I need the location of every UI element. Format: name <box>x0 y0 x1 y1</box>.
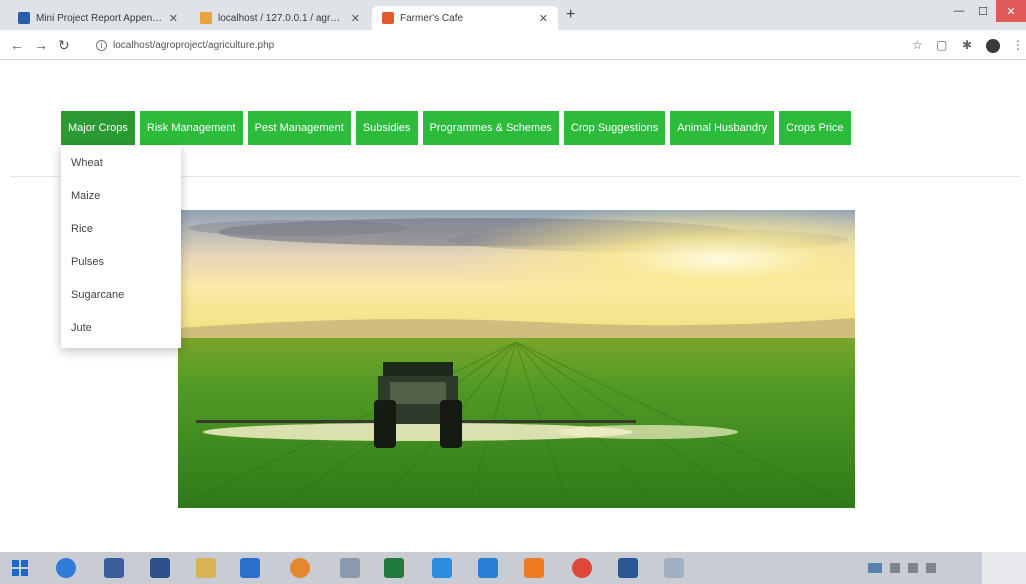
outlook-icon[interactable] <box>240 558 260 578</box>
dropdown-item-maize[interactable]: Maize <box>61 179 181 212</box>
nav-crops-price[interactable]: Crops Price <box>779 111 851 145</box>
nav-pest-management[interactable]: Pest Management <box>247 111 351 145</box>
address-bar[interactable]: i localhost/agroproject/agriculture.php <box>92 35 912 55</box>
windows-taskbar <box>0 552 1026 584</box>
system-tray <box>868 560 936 576</box>
nav-crop-suggestions[interactable]: Crop Suggestions <box>563 111 666 145</box>
phpmyadmin-favicon-icon <box>200 12 212 24</box>
profile-avatar-icon[interactable] <box>986 39 1000 53</box>
major-crops-dropdown: Wheat Maize Rice Pulses Sugarcane Jute <box>61 146 181 348</box>
back-arrow-icon[interactable]: ← <box>10 37 24 53</box>
zoom-icon[interactable] <box>432 558 452 578</box>
nav-major-crops[interactable]: Major Crops <box>61 111 135 145</box>
forward-arrow-icon[interactable]: → <box>34 37 48 53</box>
home-icon[interactable] <box>150 558 170 578</box>
keyboard-icon[interactable] <box>868 563 882 573</box>
star-icon[interactable]: ☆ <box>912 38 923 52</box>
browser-tab-2[interactable]: localhost / 127.0.0.1 / agroproject ✕ <box>190 6 370 30</box>
battery-icon[interactable] <box>926 563 936 573</box>
dropdown-item-sugarcane[interactable]: Sugarcane <box>61 278 181 311</box>
chrome-icon[interactable] <box>572 558 592 578</box>
network-icon[interactable] <box>890 563 900 573</box>
reload-icon[interactable]: ↻ <box>58 37 70 53</box>
new-tab-icon[interactable]: + <box>566 6 575 24</box>
dropdown-item-pulses[interactable]: Pulses <box>61 245 181 278</box>
nav-animal-husbandry[interactable]: Animal Husbandry <box>670 111 775 145</box>
word-icon[interactable] <box>618 558 638 578</box>
nav-programmes-schemes[interactable]: Programmes & Schemes <box>422 111 559 145</box>
site-favicon-icon <box>382 12 394 24</box>
nav-subsidies[interactable]: Subsidies <box>355 111 418 145</box>
nav-risk-management[interactable]: Risk Management <box>139 111 243 145</box>
word-favicon-icon <box>18 12 30 24</box>
tractor-field-illustration <box>178 210 855 508</box>
folder-icon[interactable] <box>196 558 216 578</box>
info-icon[interactable]: i <box>96 39 107 51</box>
extension-icon[interactable]: ▢ <box>936 38 947 52</box>
dropdown-item-wheat[interactable]: Wheat <box>61 146 181 179</box>
excel-icon[interactable] <box>384 558 404 578</box>
xampp-icon[interactable] <box>524 558 544 578</box>
taskbar-clock[interactable] <box>982 552 1026 584</box>
firefox-icon[interactable] <box>290 558 310 578</box>
volume-icon[interactable] <box>908 563 918 573</box>
tab-title: Mini Project Report Appendix <box>36 12 163 24</box>
url-text: localhost/agroproject/agriculture.php <box>113 39 275 51</box>
file-explorer-icon[interactable] <box>104 558 124 578</box>
tab-title: Farmer's Cafe <box>400 12 464 24</box>
main-navbar: Major Crops Risk Management Pest Managem… <box>61 111 851 145</box>
maximize-icon[interactable]: ☐ <box>970 0 996 22</box>
dropdown-item-rice[interactable]: Rice <box>61 212 181 245</box>
window-close-icon[interactable]: ✕ <box>996 0 1026 22</box>
notepad-icon[interactable] <box>340 558 360 578</box>
browser-tab-strip: Mini Project Report Appendix ✕ localhost… <box>0 0 1026 30</box>
close-icon[interactable]: ✕ <box>351 12 360 25</box>
windows-start-icon[interactable] <box>12 560 28 576</box>
menu-kebab-icon[interactable]: ⋮ <box>1012 38 1024 52</box>
vscode-icon[interactable] <box>478 558 498 578</box>
close-icon[interactable]: ✕ <box>539 12 548 25</box>
close-icon[interactable]: ✕ <box>169 12 178 25</box>
dropdown-item-jute[interactable]: Jute <box>61 311 181 344</box>
puzzle-icon[interactable]: ✱ <box>962 38 972 52</box>
hero-farm-image <box>178 210 855 508</box>
edge-icon[interactable] <box>56 558 76 578</box>
minimize-icon[interactable]: — <box>946 0 972 22</box>
browser-tab-1[interactable]: Mini Project Report Appendix ✕ <box>8 6 188 30</box>
photos-icon[interactable] <box>664 558 684 578</box>
browser-toolbar: ← → ↻ i localhost/agroproject/agricultur… <box>0 30 1026 60</box>
browser-tab-3-active[interactable]: Farmer's Cafe ✕ <box>372 6 558 30</box>
tab-title: localhost / 127.0.0.1 / agroproject <box>218 12 345 24</box>
